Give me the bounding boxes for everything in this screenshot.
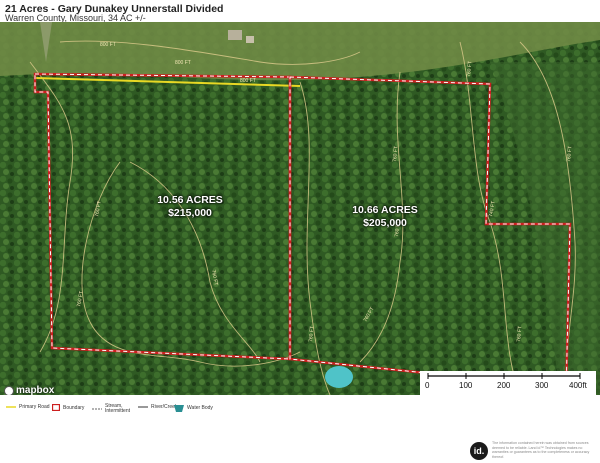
legend-river: River/Creek <box>138 404 177 410</box>
disclaimer-text: The information contained herein was obt… <box>492 441 590 459</box>
water-body-icon <box>174 405 184 412</box>
building-1 <box>228 30 242 40</box>
land-id-logo: id. <box>470 442 488 460</box>
mapbox-attribution[interactable]: mapbox <box>4 385 54 395</box>
river-icon <box>138 406 148 408</box>
primary-road-icon <box>6 406 16 408</box>
scale-tick: 100 <box>459 381 473 390</box>
scale-tick: 0 <box>425 381 430 390</box>
legend-stream: Stream, Intermittent <box>92 404 135 414</box>
legend-label: Stream, Intermittent <box>105 403 131 414</box>
contour-label: 800 FT <box>240 78 256 84</box>
contour-label: 800 FT <box>100 42 116 48</box>
contour-label: 800 FT <box>175 60 191 66</box>
parcel-label-west: 10.56 ACRES $215,000 <box>150 194 230 220</box>
scale-bar: 0 100 200 300 400ft <box>420 371 596 395</box>
parcel-price: $215,000 <box>168 207 212 219</box>
parcel-label-east: 10.66 ACRES $205,000 <box>345 204 425 230</box>
parcel-acres: 10.56 ACRES <box>157 194 223 206</box>
legend-label: Primary Road <box>19 404 50 410</box>
legend-water-body: Water Body <box>174 404 213 412</box>
water-body <box>325 366 353 388</box>
legend-boundary: Boundary <box>52 404 84 411</box>
map-canvas: 800 FT 800 FT 800 FT 760 FT 760 FT 760 F… <box>0 22 600 395</box>
satellite-map[interactable]: 800 FT 800 FT 800 FT 760 FT 760 FT 760 F… <box>0 22 600 395</box>
legend-label: Boundary <box>63 404 85 411</box>
map-legend: Primary Road Boundary Stream, Intermitte… <box>0 400 600 422</box>
building-2 <box>246 36 254 43</box>
map-header: 21 Acres - Gary Dunakey Unnerstall Divid… <box>0 0 600 23</box>
parcel-price: $205,000 <box>363 217 407 229</box>
mapbox-logo-icon <box>4 385 14 395</box>
mapbox-wordmark: mapbox <box>16 385 55 395</box>
scale-tick: 300 <box>535 381 549 390</box>
legend-primary-road: Primary Road <box>6 404 50 410</box>
legend-label: Water Body <box>187 405 213 411</box>
stream-icon <box>92 408 102 410</box>
scale-tick: 200 <box>497 381 511 390</box>
parcel-acres: 10.66 ACRES <box>352 204 418 216</box>
boundary-icon <box>52 404 60 411</box>
scale-tick: 400ft <box>569 381 588 390</box>
